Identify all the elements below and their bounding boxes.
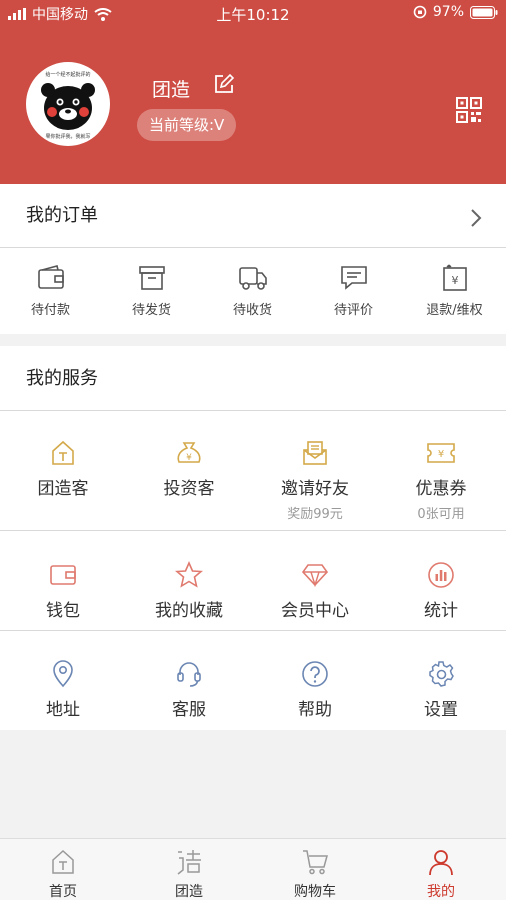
order-label: 待收货 <box>232 303 272 318</box>
order-pending-review[interactable]: 待评价 <box>303 263 404 318</box>
divider <box>0 530 506 531</box>
comment-icon <box>340 266 367 290</box>
order-refund[interactable]: ¥ 退款/维权 <box>404 263 505 318</box>
svg-text:¥: ¥ <box>451 274 458 287</box>
divider <box>0 410 506 411</box>
svg-text:¥: ¥ <box>438 449 444 460</box>
service-coupon[interactable]: ¥ 优惠券 0张可用 <box>378 438 504 522</box>
service-membership[interactable]: 会员中心 <box>252 560 378 621</box>
service-tuanzaoke[interactable]: 团造客 <box>0 438 126 499</box>
username: 团造 <box>152 79 191 101</box>
avatar[interactable]: 给一个经不起批评的 果你批评我，我就写 <box>26 62 110 146</box>
tab-cart[interactable]: 购物车 <box>252 847 378 900</box>
wallet-icon <box>37 265 64 289</box>
service-label: 我的收藏 <box>155 601 223 621</box>
star-icon <box>175 561 203 588</box>
svg-text:¥: ¥ <box>186 453 192 463</box>
battery-percent: 97% <box>432 4 464 20</box>
qr-code-icon[interactable] <box>456 97 482 123</box>
divider <box>0 630 506 631</box>
wallet-icon <box>50 565 76 585</box>
service-label: 投资客 <box>163 479 215 499</box>
tab-mine[interactable]: 我的 <box>378 847 504 900</box>
status-bar: 中国移动 上午10:12 97% <box>0 0 506 26</box>
home-icon <box>52 849 74 874</box>
orientation-lock-icon <box>413 5 427 19</box>
tab-label: 首页 <box>49 884 77 900</box>
edit-icon[interactable] <box>213 73 235 95</box>
service-label: 客服 <box>172 700 206 720</box>
services-title: 我的服务 <box>26 368 98 389</box>
service-label: 钱包 <box>46 601 80 621</box>
service-settings[interactable]: 设置 <box>378 659 504 720</box>
order-pending-payment[interactable]: 待付款 <box>0 263 101 318</box>
coupon-icon: ¥ <box>427 443 455 463</box>
service-support[interactable]: 客服 <box>126 659 252 720</box>
service-favorites[interactable]: 我的收藏 <box>126 560 252 621</box>
order-pending-shipment[interactable]: 待发货 <box>101 263 202 318</box>
diamond-icon <box>301 564 329 587</box>
location-icon <box>53 660 73 688</box>
service-investor[interactable]: ¥ 投资客 <box>126 438 252 499</box>
refund-icon: ¥ <box>442 264 467 291</box>
order-label: 待评价 <box>333 303 373 318</box>
gear-icon <box>429 661 454 687</box>
money-bag-icon: ¥ <box>177 442 201 463</box>
orders-title[interactable]: 我的订单 <box>26 201 98 227</box>
tab-label: 我的 <box>427 884 455 900</box>
tab-label: 购物车 <box>294 884 336 900</box>
service-sublabel: 奖励99元 <box>287 507 343 522</box>
battery-icon <box>470 5 498 19</box>
service-wallet[interactable]: 钱包 <box>0 560 126 621</box>
avatar-top-text: 给一个经不起批评的 <box>45 71 90 78</box>
profile-header: 中国移动 上午10:12 97% 给一个经不起批评的 果你批评我，我就写 团造 … <box>0 0 506 184</box>
service-label: 设置 <box>424 700 458 720</box>
envelope-icon <box>303 441 327 465</box>
tuanzao-icon <box>177 850 201 875</box>
order-pending-receipt[interactable]: 待收货 <box>202 263 303 318</box>
chevron-right-icon[interactable] <box>470 208 482 228</box>
service-invite[interactable]: 邀请好友 奖励99元 <box>252 438 378 522</box>
order-label: 待发货 <box>131 303 171 318</box>
tab-tuanzao[interactable]: 团造 <box>126 847 252 900</box>
avatar-image: 给一个经不起批评的 果你批评我，我就写 <box>28 64 108 144</box>
tab-bar: 首页 团造 购物车 我的 <box>0 838 506 900</box>
service-label: 会员中心 <box>281 601 349 621</box>
house-icon <box>52 440 74 465</box>
service-label: 优惠券 <box>415 479 467 499</box>
service-address[interactable]: 地址 <box>0 659 126 720</box>
service-label: 地址 <box>46 700 80 720</box>
service-label: 统计 <box>424 601 458 621</box>
tab-home[interactable]: 首页 <box>0 847 126 900</box>
service-label: 帮助 <box>298 700 332 720</box>
stats-icon <box>428 562 454 588</box>
box-icon <box>138 266 165 290</box>
service-sublabel: 0张可用 <box>417 507 465 522</box>
avatar-bottom-text: 果你批评我，我就写 <box>45 133 90 140</box>
service-label: 邀请好友 <box>281 479 349 499</box>
user-icon <box>429 850 453 876</box>
level-badge[interactable]: 当前等级:V <box>137 109 237 141</box>
order-label: 待付款 <box>30 303 70 318</box>
service-label: 团造客 <box>37 479 89 499</box>
service-statistics[interactable]: 统计 <box>378 560 504 621</box>
service-help[interactable]: 帮助 <box>252 659 378 720</box>
divider <box>0 247 506 248</box>
order-label: 退款/维权 <box>426 303 483 318</box>
headset-icon <box>177 662 201 687</box>
help-icon <box>302 661 328 687</box>
truck-icon <box>238 267 267 290</box>
cart-icon <box>303 850 328 875</box>
tab-label: 团造 <box>175 884 203 900</box>
